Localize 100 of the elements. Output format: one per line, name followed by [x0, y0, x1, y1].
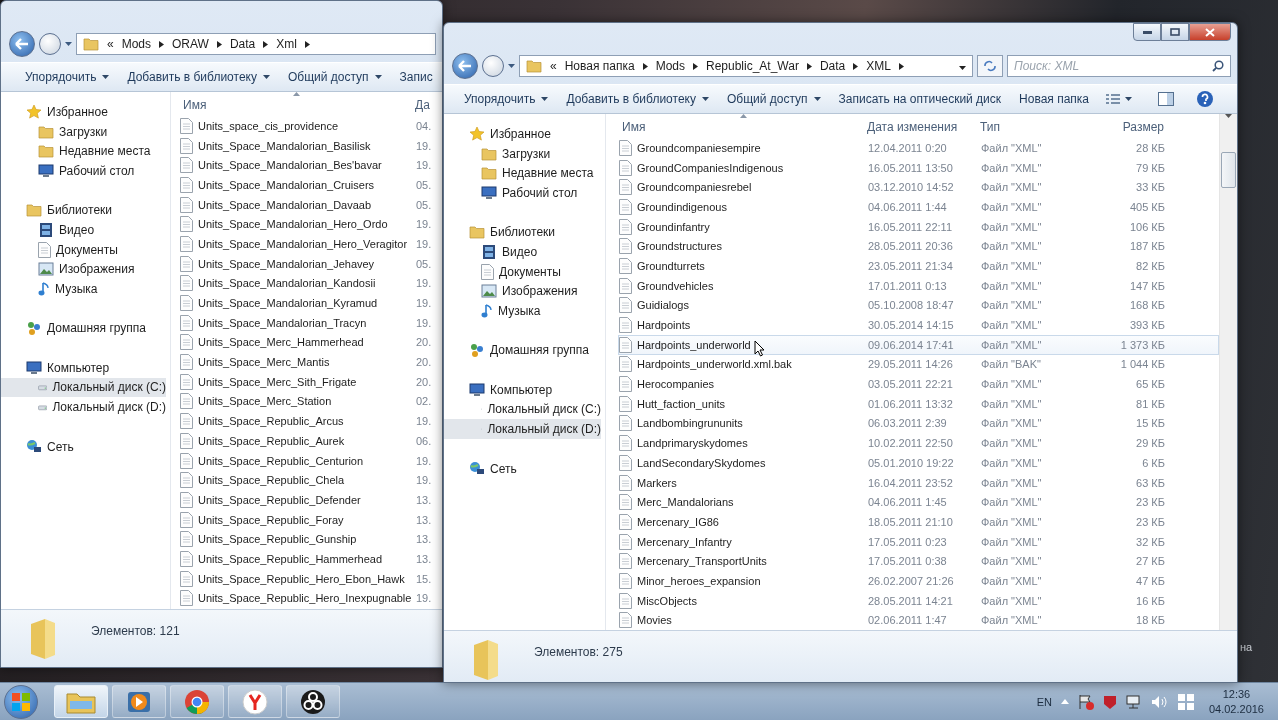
windows-logo-icon[interactable] [1177, 693, 1194, 710]
file-row[interactable]: Units_Space_Mandalorian_Kyramud 19. [179, 293, 442, 313]
nav-item[interactable]: Видео [1, 220, 166, 240]
nav-item[interactable]: Недавние места [444, 163, 601, 184]
show-hidden-icons-icon[interactable] [1060, 699, 1069, 704]
toolbar-button[interactable]: Запис [393, 66, 439, 88]
file-row[interactable]: Units_Space_Mandalorian_Davaab 05. [179, 194, 442, 215]
file-row[interactable]: Landprimaryskydomes 10.02.2011 22:50 Файл "XML" 29 КБ [618, 433, 1219, 453]
breadcrumb[interactable]: Data [229, 37, 256, 51]
file-row[interactable]: Units_Space_Republic_Hammerhead 13. [179, 549, 442, 569]
nav-item[interactable]: Рабочий стол [1, 161, 166, 181]
nav-item[interactable]: Локальный диск (C:) [1, 377, 166, 398]
file-row[interactable]: Units_Space_Merc_Sith_Frigate 20. [179, 371, 442, 392]
clock[interactable]: 12:36 04.02.2016 [1208, 686, 1264, 717]
nav-item[interactable]: Библиотеки [1, 200, 166, 221]
file-row[interactable]: Landbombingrununits 06.03.2011 2:39 Файл "XML" 15 КБ [618, 413, 1219, 434]
minimize-button[interactable] [1133, 23, 1161, 41]
maximize-button[interactable] [1161, 23, 1189, 41]
toolbar-button[interactable]: Записать на оптический диск [832, 88, 1008, 110]
file-row[interactable]: Units_Space_Republic_Hero_Ebon_Hawk 15. [179, 568, 442, 589]
column-header[interactable]: Тип [976, 120, 1088, 134]
file-row[interactable]: Hardpoints_underworld.xml.bak 29.05.2011 14:26 Файл "BAK" 1 044 КБ [618, 354, 1219, 375]
breadcrumb[interactable]: Mods [121, 37, 152, 51]
column-header[interactable]: Имя [179, 98, 411, 112]
file-row[interactable]: Units_Space_Republic_Foray 13. [179, 509, 442, 530]
file-row[interactable]: Markers 16.04.2011 23:52 Файл "XML" 63 КБ [618, 472, 1219, 493]
breadcrumb[interactable]: XML [866, 59, 891, 73]
nav-item[interactable]: Музыка [1, 279, 166, 299]
address-overflow[interactable]: « [550, 59, 557, 73]
file-row[interactable]: Herocompanies 03.05.2011 22:21 Файл "XML" 65 КБ [618, 374, 1219, 394]
file-row[interactable]: Groundinfantry 16.05.2011 22:11 Файл "XML" 106 КБ [618, 216, 1219, 237]
file-row[interactable]: Merc_Mandalorians 04.06.2011 1:45 Файл "XML" 23 КБ [618, 492, 1219, 513]
file-row[interactable]: Movies 02.06.2011 1:47 Файл "XML" 18 КБ [618, 610, 1219, 631]
file-row[interactable]: Units_Space_Mandalorian_Cruisers 05. [179, 175, 442, 195]
nav-item[interactable]: Музыка [444, 301, 601, 321]
breadcrumb[interactable]: ORAW [172, 37, 209, 51]
nav-item[interactable]: Документы [1, 239, 166, 260]
refresh-button[interactable] [977, 55, 1003, 77]
shield-icon[interactable] [1102, 693, 1117, 710]
toolbar-button[interactable]: Упорядочить [19, 66, 116, 88]
nav-item[interactable]: Изображения [444, 281, 601, 302]
scrollbar-thumb[interactable] [1221, 152, 1236, 188]
file-row[interactable]: Units_Space_Republic_Defender 13. [179, 490, 442, 510]
file-row[interactable]: Mercenary_TransportUnits 17.05.2011 0:38 Файл "XML" 27 КБ [618, 551, 1219, 572]
breadcrumb[interactable]: Mods [655, 59, 685, 73]
volume-icon[interactable] [1150, 694, 1169, 709]
file-row[interactable]: Hardpoints 30.05.2014 14:15 Файл "XML" 393 КБ [618, 315, 1219, 335]
back-button[interactable] [452, 53, 478, 79]
column-header[interactable]: Имя [618, 120, 863, 134]
column-header[interactable]: Да [411, 98, 435, 112]
nav-item[interactable]: Компьютер [444, 379, 601, 400]
file-row[interactable]: MiscObjects 28.05.2011 14:21 Файл "XML" 16 КБ [618, 590, 1219, 611]
toolbar-button[interactable]: Добавить в библиотеку [560, 88, 715, 110]
file-row[interactable]: Units_Space_Mandalorian_Jehavey 05. [179, 253, 442, 274]
nav-item[interactable]: Библиотеки [444, 222, 601, 243]
nav-item[interactable]: Сеть [444, 458, 601, 479]
nav-item[interactable]: Избранное [444, 124, 601, 144]
column-header[interactable]: Дата изменения [863, 120, 976, 134]
network-icon[interactable] [1125, 694, 1142, 709]
file-row[interactable]: Mercenary_IG86 18.05.2011 21:10 Файл "XML" 23 КБ [618, 512, 1219, 532]
file-row[interactable]: Units_Space_Republic_Arcus 19. [179, 411, 442, 431]
breadcrumb[interactable]: Xml [276, 37, 297, 51]
file-row[interactable]: Groundstructures 28.05.2011 20:36 Файл "XML" 187 КБ [618, 236, 1219, 257]
file-row[interactable]: Hardpoints_underworld 09.06.2014 17:41 Файл "XML" 1 373 КБ [618, 334, 1219, 355]
file-row[interactable]: Units_Space_Mandalorian_Hero_Ordo 19. [179, 214, 442, 235]
nav-item[interactable]: Недавние места [1, 141, 166, 162]
file-row[interactable]: Units_Space_Mandalorian_Tracyn 19. [179, 312, 442, 333]
nav-item[interactable]: Домашняя группа [1, 318, 166, 339]
file-row[interactable]: Units_Space_Mandalorian_Kandosii 19. [179, 273, 442, 294]
file-row[interactable]: Hutt_faction_units 01.06.2011 13:32 Файл "XML" 81 КБ [618, 393, 1219, 414]
nav-item[interactable]: Изображения [1, 259, 166, 280]
nav-item[interactable]: Домашняя группа [444, 340, 601, 361]
file-row[interactable]: GroundCompaniesIndigenous 16.05.2011 13:50 Файл "XML" 79 КБ [618, 157, 1219, 178]
file-row[interactable]: Units_Space_Merc_Station 02. [179, 391, 442, 412]
language-indicator[interactable]: EN [1036, 695, 1052, 708]
nav-item[interactable]: Загрузки [444, 143, 601, 164]
nav-item[interactable]: Рабочий стол [444, 183, 601, 203]
address-overflow[interactable]: « [107, 37, 114, 51]
file-row[interactable]: Units_space_cis_providence 04. [179, 116, 442, 136]
file-row[interactable]: LandSecondarySkydomes 05.01.2010 19:22 Файл "XML" 6 КБ [618, 453, 1219, 473]
toolbar-button[interactable]: Добавить в библиотеку [121, 66, 276, 88]
scrollbar[interactable] [1219, 114, 1237, 630]
back-button[interactable] [9, 31, 35, 57]
nav-item[interactable]: Локальный диск (C:) [444, 399, 601, 420]
nav-item[interactable]: Сеть [1, 436, 166, 457]
file-row[interactable]: Groundvehicles 17.01.2011 0:13 Файл "XML" 147 КБ [618, 275, 1219, 296]
breadcrumb[interactable]: Новая папка [564, 59, 635, 73]
forward-button[interactable] [482, 55, 504, 77]
nav-item[interactable]: Избранное [1, 102, 166, 122]
file-row[interactable]: Units_Space_Mandalorian_Hero_Veragitor 19. [179, 234, 442, 254]
nav-item[interactable]: Компьютер [1, 357, 166, 378]
forward-button[interactable] [39, 33, 61, 55]
file-row[interactable]: Mercenary_Infantry 17.05.2011 0:23 Файл "XML" 32 КБ [618, 531, 1219, 552]
address-bar[interactable]: « Новая папка Mods Republic_At_War Data XML [519, 55, 973, 77]
address-bar[interactable]: « Mods ORAW Data Xml [76, 33, 436, 55]
file-row[interactable]: Units_Space_Republic_Aurek 06. [179, 431, 442, 451]
file-row[interactable]: Units_Space_Republic_Gunship 13. [179, 529, 442, 550]
file-row[interactable]: Groundindigenous 04.06.2011 1:44 Файл "XML" 405 КБ [618, 197, 1219, 217]
file-row[interactable]: Units_Space_Mandalorian_Basilisk 19. [179, 135, 442, 156]
nav-item[interactable]: Локальный диск (D:) [444, 419, 601, 439]
